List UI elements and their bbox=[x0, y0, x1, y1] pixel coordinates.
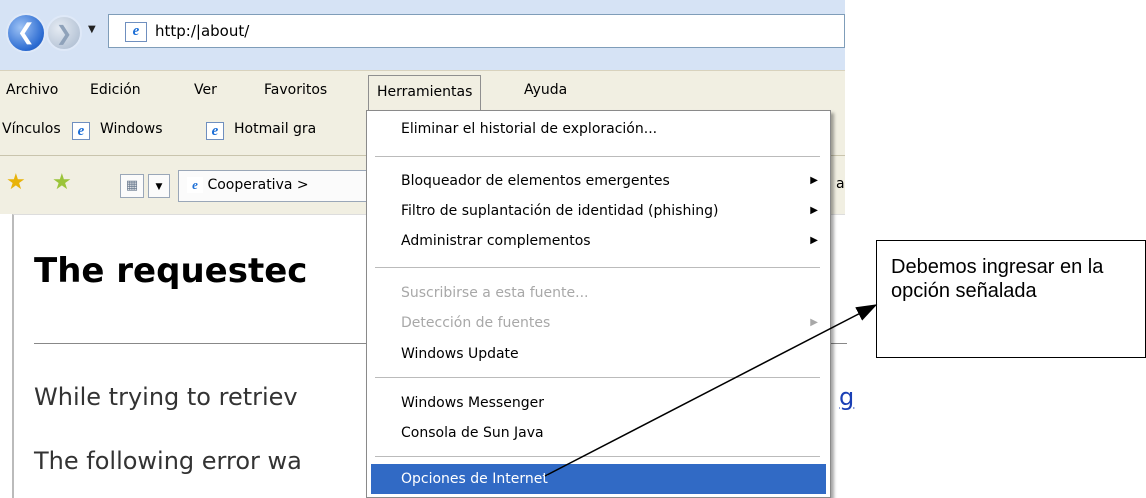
links-label: Vínculos bbox=[2, 121, 61, 137]
menu-archivo[interactable]: Archivo bbox=[6, 82, 58, 98]
address-field[interactable]: e http:/|about/ bbox=[108, 14, 845, 48]
add-favorite-icon[interactable]: ★ bbox=[52, 170, 72, 195]
submenu-arrow-icon: ▶ bbox=[810, 175, 818, 186]
menu-item-opciones-internet[interactable]: Opciones de Internet bbox=[371, 464, 826, 494]
menu-separator bbox=[375, 456, 820, 457]
history-dropdown-icon[interactable]: ▼ bbox=[88, 24, 96, 35]
menu-item-complementos[interactable]: Administrar complementos ▶ bbox=[371, 227, 826, 255]
address-url[interactable]: http:/|about/ bbox=[155, 22, 249, 40]
link-windows[interactable]: Windows bbox=[100, 121, 163, 137]
menu-item-deteccion-fuentes: Detección de fuentes ▶ bbox=[371, 309, 826, 337]
menu-item-filtro-phishing[interactable]: Filtro de suplantación de identidad (phi… bbox=[371, 197, 826, 225]
back-arrow-icon: ❮ bbox=[16, 20, 36, 45]
menu-item-label: Eliminar el historial de exploración... bbox=[401, 121, 658, 137]
link-hotmail[interactable]: Hotmail gra bbox=[234, 121, 316, 137]
menu-item-label: Suscribirse a esta fuente... bbox=[401, 285, 589, 301]
tab-fragment: a bbox=[836, 176, 845, 192]
address-toolbar: ❮ ❯ ▼ e http:/|about/ bbox=[0, 0, 845, 70]
forward-arrow-icon: ❯ bbox=[55, 21, 73, 45]
menu-separator bbox=[375, 267, 820, 268]
submenu-arrow-icon: ▶ bbox=[810, 317, 818, 328]
menu-ver[interactable]: Ver bbox=[194, 82, 217, 98]
tab-title: Cooperativa > bbox=[207, 177, 309, 193]
submenu-arrow-icon: ▶ bbox=[810, 205, 818, 216]
menu-separator bbox=[375, 156, 820, 157]
menu-favoritos[interactable]: Favoritos bbox=[264, 82, 327, 98]
menu-item-label: Opciones de Internet bbox=[401, 471, 548, 487]
menu-item-label: Bloqueador de elementos emergentes bbox=[401, 173, 670, 189]
browser-tab[interactable]: e Cooperativa > bbox=[178, 170, 378, 202]
submenu-arrow-icon: ▶ bbox=[810, 235, 818, 246]
menu-item-label: Administrar complementos bbox=[401, 233, 591, 249]
menu-separator bbox=[375, 377, 820, 378]
menu-bar: Archivo Edición Ver Favoritos Herramient… bbox=[0, 70, 845, 112]
error-link-fragment[interactable]: g bbox=[839, 383, 854, 411]
menu-item-label: Filtro de suplantación de identidad (phi… bbox=[401, 203, 719, 219]
forward-button[interactable]: ❯ bbox=[46, 15, 82, 51]
tab-list-dropdown-icon[interactable]: ▼ bbox=[148, 174, 170, 198]
error-line-2: The following error wa bbox=[34, 447, 302, 475]
favorites-star-icon[interactable]: ★ bbox=[6, 170, 26, 195]
menu-herramientas[interactable]: Herramientas bbox=[368, 75, 482, 111]
menu-item-eliminar-historial[interactable]: Eliminar el historial de exploración... bbox=[371, 115, 826, 143]
quick-tabs-icon[interactable]: ▦ bbox=[120, 174, 144, 198]
ie-page-icon: e bbox=[125, 22, 147, 42]
menu-item-suscribirse: Suscribirse a esta fuente... bbox=[371, 279, 826, 307]
ie-page-icon: e bbox=[187, 177, 203, 193]
menu-item-label: Windows Update bbox=[401, 346, 519, 362]
menu-item-label: Detección de fuentes bbox=[401, 315, 551, 331]
error-line-1: While trying to retriev bbox=[34, 383, 298, 411]
annotation-callout: Debemos ingresar en la opción señalada bbox=[876, 240, 1146, 358]
tools-menu: Eliminar el historial de exploración... … bbox=[366, 110, 831, 498]
error-title: The requestec bbox=[34, 251, 308, 291]
menu-item-windows-update[interactable]: Windows Update bbox=[371, 340, 826, 368]
menu-ayuda[interactable]: Ayuda bbox=[524, 82, 567, 98]
menu-item-label: Windows Messenger bbox=[401, 395, 544, 411]
menu-edicion[interactable]: Edición bbox=[90, 82, 141, 98]
ie-page-icon: e bbox=[72, 122, 90, 140]
menu-item-sun-java[interactable]: Consola de Sun Java bbox=[371, 419, 826, 447]
ie-page-icon: e bbox=[206, 122, 224, 140]
menu-item-label: Consola de Sun Java bbox=[401, 425, 544, 441]
callout-text: Debemos ingresar en la opción señalada bbox=[891, 256, 1104, 302]
menu-item-windows-messenger[interactable]: Windows Messenger bbox=[371, 389, 826, 417]
menu-item-bloqueador[interactable]: Bloqueador de elementos emergentes ▶ bbox=[371, 167, 826, 195]
back-button[interactable]: ❮ bbox=[6, 13, 46, 53]
